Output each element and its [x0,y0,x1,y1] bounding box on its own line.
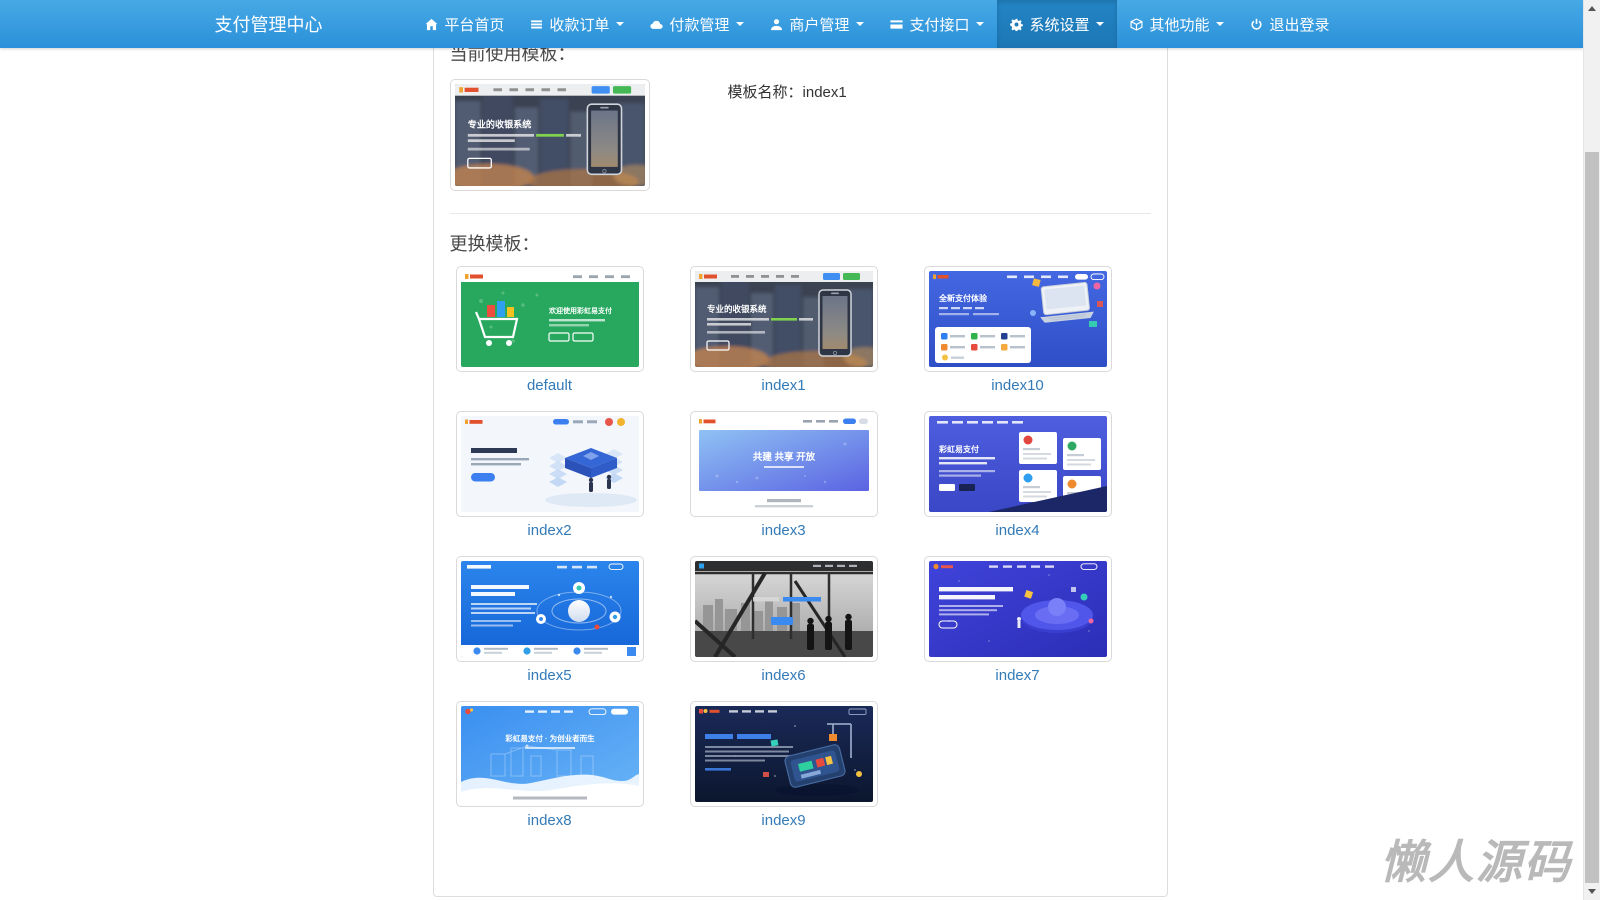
gear-icon [1010,18,1023,31]
nav-item-label: 商户管理 [789,14,849,35]
template-link-index10[interactable]: index10 [924,377,1112,394]
scroll-down-button[interactable] [1584,883,1600,900]
template-thumbnail-index9[interactable] [690,701,878,807]
template-name-value: index1 [803,84,847,101]
template-link-index4[interactable]: index4 [924,522,1112,539]
template-cell-index1: index1 [684,266,918,394]
template-cell-default: default [450,266,684,394]
current-template-row: 模板名称：index1 [450,79,1151,191]
template-link-default[interactable]: default [456,377,644,394]
nav-item-payouts[interactable]: 付款管理 [637,0,757,48]
watermark-text: 懒人源码 [1380,826,1572,892]
template-link-index8[interactable]: index8 [456,812,644,829]
template-thumbnail-index2[interactable] [456,411,644,517]
nav-item-label: 平台首页 [444,14,504,35]
current-template-thumbnail[interactable] [450,79,650,191]
list-icon [530,18,543,31]
template-link-index2[interactable]: index2 [456,522,644,539]
template-cell-index6: index6 [684,556,918,684]
nav-item-label: 退出登录 [1269,14,1329,35]
template-cell-index10: index10 [918,266,1152,394]
current-template-name-line: 模板名称：index1 [728,81,847,191]
template-cell-index9: index9 [684,701,918,829]
template-grid: default index1 index10 index2 index3 ind [450,266,1151,846]
user-icon [770,18,783,31]
template-cell-index7: index7 [918,556,1152,684]
nav-item-merchants[interactable]: 商户管理 [757,0,877,48]
template-cell-index4: index4 [918,411,1152,539]
template-cell-index2: index2 [450,411,684,539]
nav-item-home[interactable]: 平台首页 [412,0,517,48]
template-thumbnail-index5[interactable] [456,556,644,662]
chevron-down-icon [1216,22,1224,26]
power-icon [1250,18,1263,31]
chevron-down-icon [856,22,864,26]
template-thumbnail-index4[interactable] [924,411,1112,517]
nav-item-label: 支付接口 [909,14,969,35]
template-cell-index8: index8 [450,701,684,829]
chevron-down-icon [616,22,624,26]
vertical-scrollbar[interactable] [1583,0,1600,900]
scroll-up-button[interactable] [1584,0,1600,17]
template-thumbnail-index1[interactable] [690,266,878,372]
chevron-down-icon [1096,22,1104,26]
nav-item-label: 其他功能 [1149,14,1209,35]
template-thumbnail-index7[interactable] [924,556,1112,662]
chevron-down-icon [736,22,744,26]
nav-item-system-settings[interactable]: 系统设置 [997,0,1117,48]
arrow-up-icon [1588,6,1596,11]
nav-item-payment-api[interactable]: 支付接口 [877,0,997,48]
template-thumbnail-index3[interactable] [690,411,878,517]
template-link-index5[interactable]: index5 [456,667,644,684]
top-navbar: 支付管理中心 平台首页 收款订单 付款管理 商户管理 [0,0,1583,48]
nav-item-logout[interactable]: 退出登录 [1237,0,1342,48]
template-link-index7[interactable]: index7 [924,667,1112,684]
nav-item-label: 系统设置 [1029,14,1089,35]
template-settings-panel: 当前使用模板： 模板名称：index1 更换模板： default index1… [433,0,1168,897]
template-link-index6[interactable]: index6 [690,667,878,684]
template-name-label: 模板名称： [728,84,803,101]
nav-item-other-functions[interactable]: 其他功能 [1117,0,1237,48]
template-link-index9[interactable]: index9 [690,812,878,829]
scrollbar-thumb[interactable] [1585,152,1599,883]
template-thumbnail-index6[interactable] [690,556,878,662]
template-cell-index3: index3 [684,411,918,539]
chevron-down-icon [976,22,984,26]
home-icon [425,18,438,31]
nav-menu: 平台首页 收款订单 付款管理 商户管理 支付接口 [412,0,1342,48]
nav-item-label: 付款管理 [669,14,729,35]
nav-item-label: 收款订单 [549,14,609,35]
section-divider [450,213,1151,214]
template-thumbnail-index10[interactable] [924,266,1112,372]
change-template-heading: 更换模板： [450,230,1151,256]
arrow-down-icon [1588,889,1596,894]
cube-icon [1130,18,1143,31]
template-cell-index5: index5 [450,556,684,684]
cloud-icon [650,18,663,31]
template-thumbnail-index8[interactable] [456,701,644,807]
app-brand[interactable]: 支付管理中心 [215,11,323,37]
template-thumbnail-default[interactable] [456,266,644,372]
nav-item-orders[interactable]: 收款订单 [517,0,637,48]
template-link-index1[interactable]: index1 [690,377,878,394]
template-link-index3[interactable]: index3 [690,522,878,539]
credit-card-icon [890,18,903,31]
